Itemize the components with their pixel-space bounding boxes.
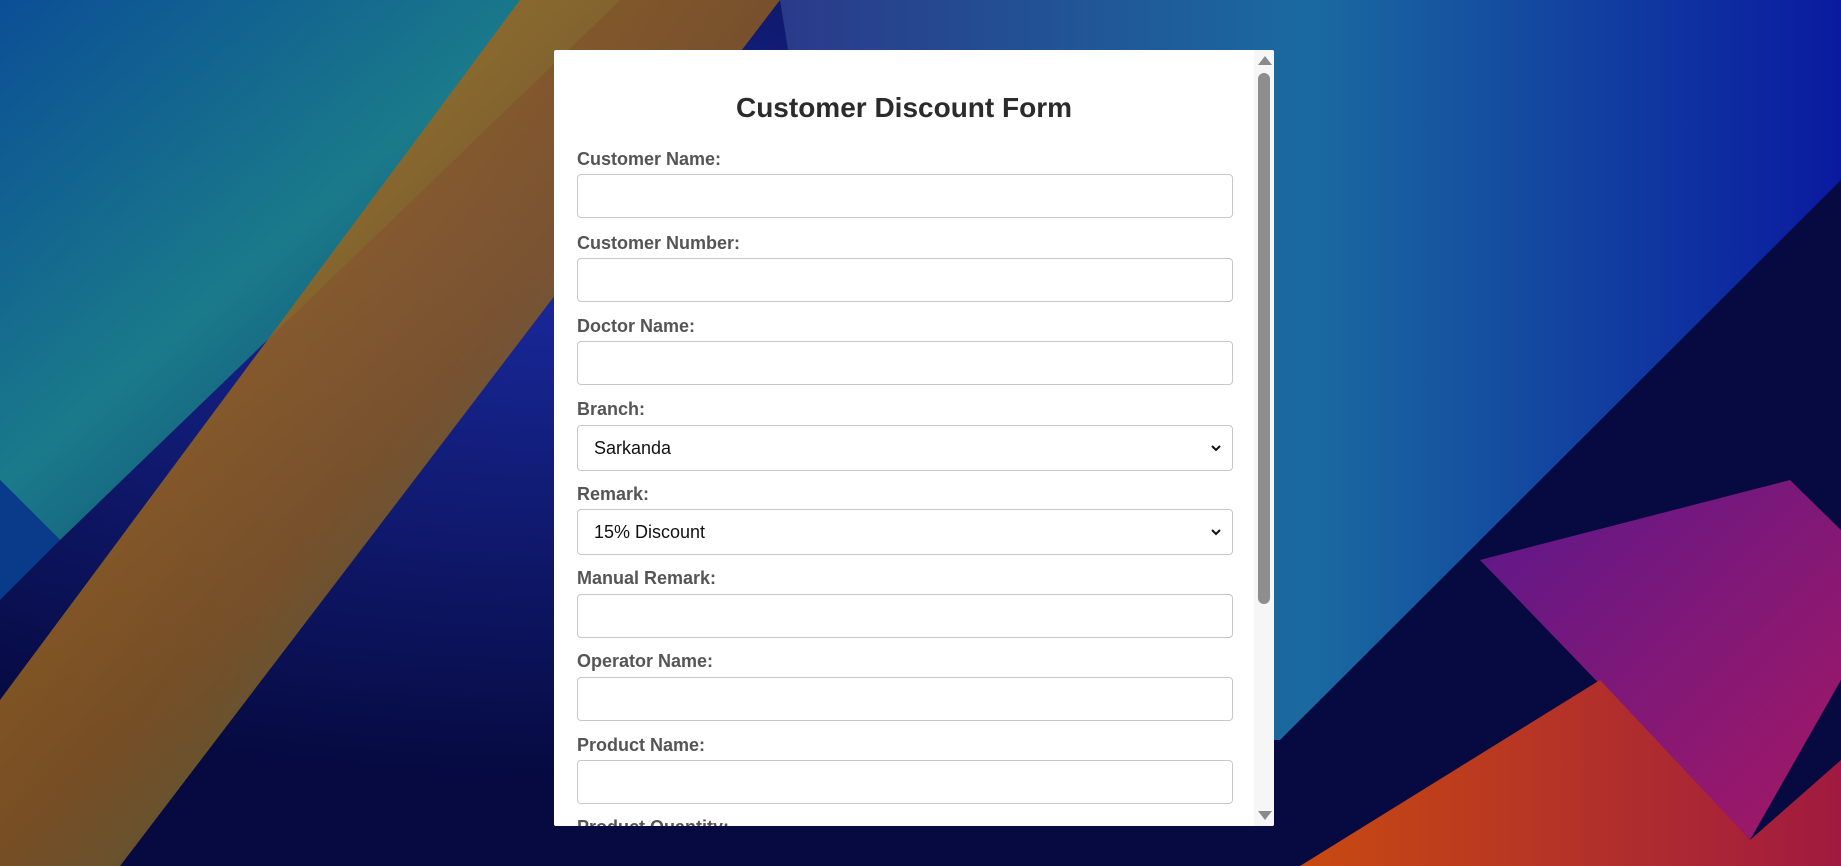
operator-name-label: Operator Name: bbox=[577, 651, 714, 671]
doctor-name-label: Doctor Name: bbox=[577, 316, 696, 336]
product-name-label: Product Name: bbox=[577, 735, 706, 755]
remark-label: Remark: bbox=[577, 484, 650, 504]
form-scroll-area[interactable]: Customer Discount Form Customer Name: Cu… bbox=[554, 50, 1254, 826]
chevron-down-icon bbox=[1211, 445, 1221, 452]
customer-discount-form: Customer Discount Form Customer Name: Cu… bbox=[554, 50, 1274, 826]
branch-selected-value: Sarkanda bbox=[594, 437, 672, 458]
customer-name-label: Customer Name: bbox=[577, 149, 722, 169]
remark-select[interactable]: 15% Discount bbox=[577, 509, 1233, 555]
chevron-down-icon bbox=[1211, 529, 1221, 536]
arrow-down-icon[interactable] bbox=[1258, 811, 1272, 820]
manual-remark-input[interactable] bbox=[577, 594, 1233, 638]
branch-label: Branch: bbox=[577, 399, 646, 419]
doctor-name-input[interactable] bbox=[577, 341, 1233, 385]
scrollbar-thumb[interactable] bbox=[1258, 73, 1270, 604]
customer-number-label: Customer Number: bbox=[577, 233, 741, 253]
product-quantity-label: Product Quantity: bbox=[577, 817, 729, 826]
branch-select[interactable]: Sarkanda bbox=[577, 425, 1233, 471]
manual-remark-label: Manual Remark: bbox=[577, 568, 717, 588]
form-scrollbar[interactable] bbox=[1254, 50, 1274, 826]
arrow-up-icon[interactable] bbox=[1258, 56, 1272, 65]
product-name-input[interactable] bbox=[577, 760, 1233, 804]
customer-number-input[interactable] bbox=[577, 258, 1233, 302]
form-title: Customer Discount Form bbox=[735, 92, 1073, 123]
customer-name-input[interactable] bbox=[577, 174, 1233, 218]
remark-selected-value: 15% Discount bbox=[594, 521, 706, 542]
operator-name-input[interactable] bbox=[577, 677, 1233, 721]
